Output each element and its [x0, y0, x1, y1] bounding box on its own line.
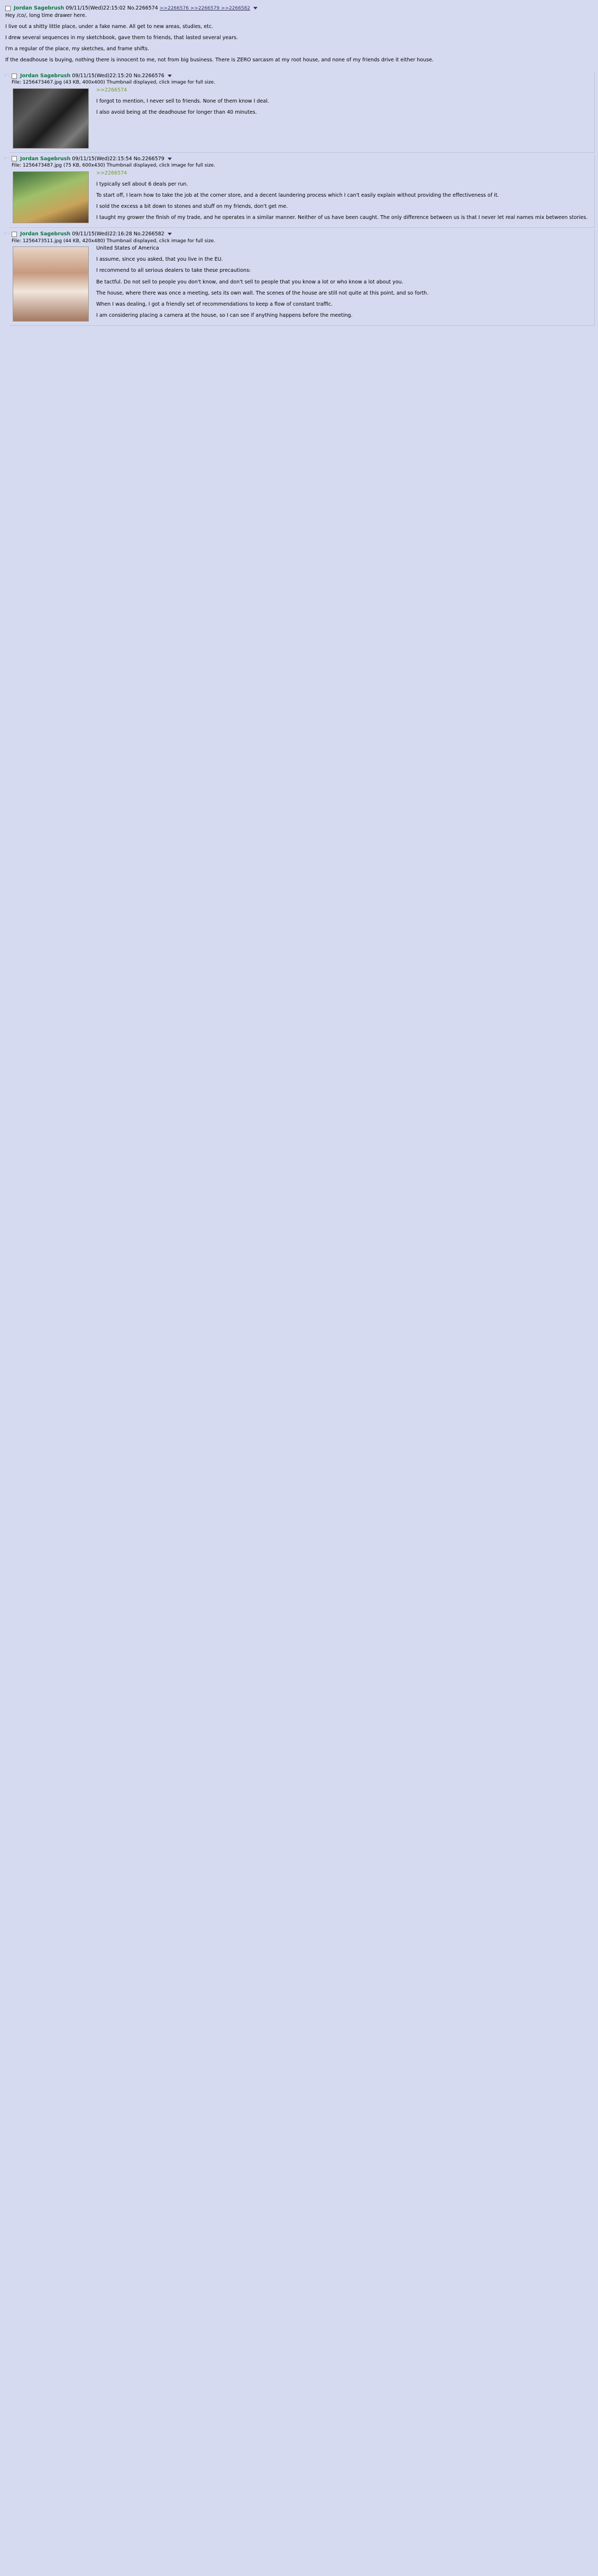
menu-arrow-icon[interactable]	[253, 7, 258, 10]
post-number[interactable]: No.2266576	[134, 73, 164, 79]
post-message: Hey /co/, long time drawer here. I live …	[5, 13, 593, 64]
message-line: When I was dealing, I got a friendly set…	[96, 301, 333, 307]
post-body: >>2266574 I typically sell about 6 deals…	[12, 170, 592, 226]
reply-container: >> Jordan Sagebrush 09/11/15(Wed)22:16:2…	[3, 230, 595, 326]
message-line: The house, where there was once a meetin…	[96, 290, 429, 296]
message-line: Hey /co/, long time drawer here.	[5, 12, 87, 19]
file-info[interactable]: File: 1256473467.jpg (43 KB, 400x400) Th…	[12, 80, 592, 86]
message-line: If the deadhouse is buying, nothing ther…	[5, 57, 434, 63]
post-header: Jordan Sagebrush 09/11/15(Wed)22:16:28 N…	[12, 231, 592, 237]
thumbnail-image[interactable]	[13, 246, 89, 322]
file-info[interactable]: File: 1256473511.jpg (44 KB, 420x480) Th…	[12, 239, 592, 245]
post-reply: Jordan Sagebrush 09/11/15(Wed)22:15:20 N…	[10, 71, 595, 153]
poster-name: Jordan Sagebrush	[14, 5, 65, 11]
menu-arrow-icon[interactable]	[167, 233, 172, 236]
post-number[interactable]: No.2266574	[127, 5, 158, 11]
thumbnail-image[interactable]	[13, 88, 89, 149]
message-line: United States of America	[96, 245, 159, 252]
thumbnail-image[interactable]	[13, 171, 89, 223]
reply-arrow-icon: >>	[3, 155, 12, 161]
reply-arrow-icon: >>	[3, 72, 12, 79]
post-reply: Jordan Sagebrush 09/11/15(Wed)22:15:54 N…	[10, 154, 595, 228]
message-line: I recommend to all serious dealers to ta…	[96, 268, 251, 274]
poster-name: Jordan Sagebrush	[20, 73, 71, 79]
poster-name: Jordan Sagebrush	[20, 155, 71, 162]
poster-name: Jordan Sagebrush	[20, 231, 71, 237]
post-body: United States of America I assume, since…	[12, 245, 592, 324]
post-checkbox[interactable]	[12, 73, 17, 79]
reply-container: >> Jordan Sagebrush 09/11/15(Wed)22:15:2…	[3, 71, 595, 153]
post-header: Jordan Sagebrush 09/11/15(Wed)22:15:20 N…	[12, 73, 592, 79]
post-body: >>2266574 I forgot to mention, I never s…	[12, 87, 592, 151]
post-header: Jordan Sagebrush 09/11/15(Wed)22:15:02 N…	[5, 5, 593, 12]
post-date: 09/11/15(Wed)22:15:02	[66, 5, 126, 11]
file-info[interactable]: File: 1256473487.jpg (75 KB, 600x430) Th…	[12, 163, 592, 169]
menu-arrow-icon[interactable]	[167, 157, 172, 160]
reply-container: >> Jordan Sagebrush 09/11/15(Wed)22:15:5…	[3, 154, 595, 228]
post-message: >>2266574 I forgot to mention, I never s…	[96, 87, 592, 121]
message-line: I assume, since you asked, that you live…	[96, 256, 223, 263]
thread: Jordan Sagebrush 09/11/15(Wed)22:15:02 N…	[0, 0, 598, 326]
message-line: I forgot to mention, I never sell to fri…	[96, 98, 269, 105]
message-line: Be tactful. Do not sell to people you do…	[96, 279, 403, 285]
reply-arrow-icon: >>	[3, 231, 12, 237]
message-line: I drew several sequences in my sketchboo…	[5, 34, 238, 41]
message-line: I taught my grower the finish of my trad…	[96, 215, 588, 221]
post-date: 09/11/15(Wed)22:16:28	[72, 231, 132, 237]
reply-links[interactable]: >>2266576 >>2266579 >>2266582	[160, 6, 250, 11]
post-date: 09/11/15(Wed)22:15:20	[72, 73, 132, 79]
post-number[interactable]: No.2266579	[134, 156, 164, 162]
post-header: Jordan Sagebrush 09/11/15(Wed)22:15:54 N…	[12, 156, 592, 162]
post-reply: Jordan Sagebrush 09/11/15(Wed)22:16:28 N…	[10, 230, 595, 326]
message-line: I am considering placing a camera at the…	[96, 313, 353, 319]
message-line: I typically sell about 6 deals per run.	[96, 181, 188, 187]
post: Jordan Sagebrush 09/11/15(Wed)22:15:02 N…	[3, 4, 595, 70]
menu-arrow-icon[interactable]	[167, 75, 172, 78]
quote-link[interactable]: >>2266574	[96, 87, 592, 94]
post-op: Jordan Sagebrush 09/11/15(Wed)22:15:02 N…	[3, 4, 595, 70]
post-message: >>2266574 I typically sell about 6 deals…	[96, 170, 592, 226]
message-line: I live out a shitty little place, under …	[5, 23, 214, 30]
message-line: To start off, I learn how to take the jo…	[96, 192, 499, 198]
message-line: I'm a regular of the place, my sketches,…	[5, 45, 150, 52]
post-checkbox[interactable]	[12, 156, 17, 162]
message-line: I also avoid being at the deadhouse for …	[96, 109, 257, 116]
post-number[interactable]: No.2266582	[134, 231, 164, 237]
quote-link[interactable]: >>2266574	[96, 170, 592, 177]
post-checkbox[interactable]	[5, 5, 11, 11]
post-message: United States of America I assume, since…	[96, 245, 592, 324]
post-checkbox[interactable]	[12, 231, 17, 237]
post-date: 09/11/15(Wed)22:15:54	[72, 155, 132, 162]
message-line: I sold the excess a bit down to stones a…	[96, 204, 288, 210]
